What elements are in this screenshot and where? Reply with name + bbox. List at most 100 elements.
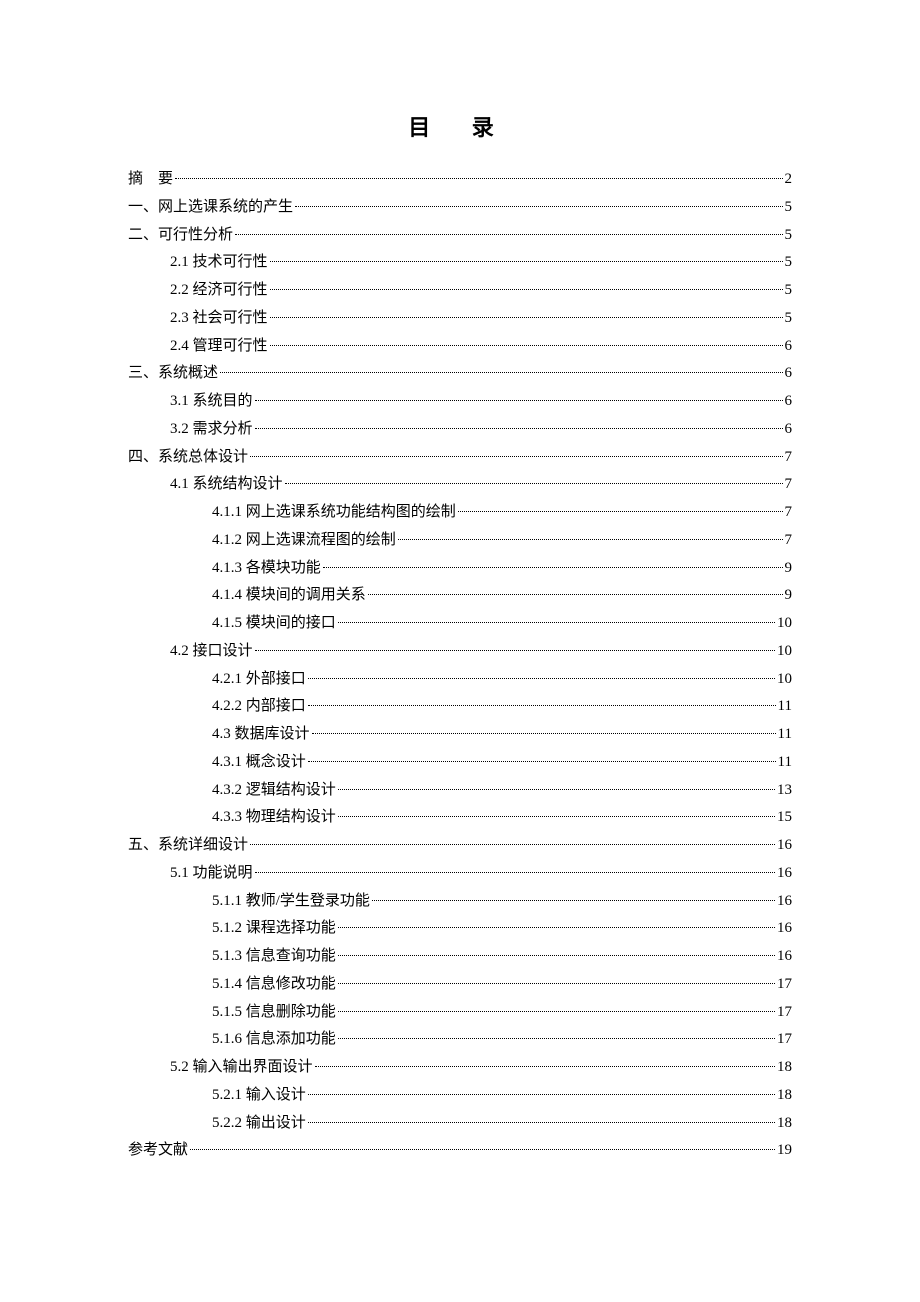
- toc-entry: 5.2.2 输出设计18: [128, 1110, 792, 1138]
- toc-leader-dots: [308, 678, 775, 679]
- toc-entry: 5.1.6 信息添加功能17: [128, 1026, 792, 1054]
- toc-entry-label: 4.1.1 网上选课系统功能结构图的绘制: [212, 499, 456, 527]
- toc-leader-dots: [250, 844, 775, 845]
- toc-entry-page: 6: [785, 333, 793, 361]
- toc-entry: 一、网上选课系统的产生5: [128, 194, 792, 222]
- toc-entry-page: 11: [778, 693, 792, 721]
- toc-leader-dots: [338, 1011, 775, 1012]
- toc-entry-label: 4.1.2 网上选课流程图的绘制: [212, 527, 396, 555]
- toc-entry-page: 5: [785, 249, 793, 277]
- toc-leader-dots: [398, 539, 783, 540]
- toc-entry: 4.3 数据库设计 11: [128, 721, 792, 749]
- toc-leader-dots: [255, 872, 775, 873]
- toc-leader-dots: [220, 372, 782, 373]
- toc-entry-label: 4.1 系统结构设计: [170, 471, 283, 499]
- toc-entry-page: 16: [777, 915, 792, 943]
- toc-leader-dots: [255, 428, 783, 429]
- toc-entry-page: 6: [785, 416, 793, 444]
- toc-entry: 2.2 经济可行性 5: [128, 277, 792, 305]
- toc-entry: 5.1.5 信息删除功能 17: [128, 999, 792, 1027]
- toc-leader-dots: [338, 816, 775, 817]
- toc-entry: 参考文献19: [128, 1137, 792, 1165]
- toc-leader-dots: [308, 761, 776, 762]
- toc-entry: 4.3.1 概念设计 11: [128, 749, 792, 777]
- toc-entry-page: 16: [777, 832, 792, 860]
- toc-leader-dots: [338, 1038, 775, 1039]
- toc-entry-page: 11: [778, 749, 792, 777]
- toc-leader-dots: [255, 400, 783, 401]
- toc-entry: 4.1 系统结构设计 7: [128, 471, 792, 499]
- toc-entry-label: 4.2.1 外部接口: [212, 666, 306, 694]
- toc-leader-dots: [308, 1094, 775, 1095]
- toc-title: 目 录: [128, 110, 792, 142]
- toc-entry: 5.1.2 课程选择功能 16: [128, 915, 792, 943]
- toc-entry: 5.1.3 信息查询功能 16: [128, 943, 792, 971]
- toc-entry: 四、系统总体设计 7: [128, 444, 792, 472]
- toc-entry-label: 4.2 接口设计: [170, 638, 253, 666]
- toc-entry-label: 5.1.3 信息查询功能: [212, 943, 336, 971]
- toc-entry-label: 4.1.4 模块间的调用关系: [212, 582, 366, 610]
- toc-entry-page: 5: [785, 222, 793, 250]
- toc-entry-label: 5.1.6 信息添加功能: [212, 1026, 336, 1054]
- toc-entry-label: 3.2 需求分析: [170, 416, 253, 444]
- toc-leader-dots: [295, 206, 782, 207]
- toc-entry-page: 5: [785, 277, 793, 305]
- toc-entry: 4.2.2 内部接口11: [128, 693, 792, 721]
- toc-entry-page: 13: [777, 777, 792, 805]
- toc-entry-label: 5.1.5 信息删除功能: [212, 999, 336, 1027]
- toc-entry: 4.1.1 网上选课系统功能结构图的绘制 7: [128, 499, 792, 527]
- toc-entry-label: 5.1.1 教师/学生登录功能: [212, 888, 370, 916]
- toc-entry-page: 7: [785, 444, 793, 472]
- toc-entry-label: 5.1.2 课程选择功能: [212, 915, 336, 943]
- toc-entry-label: 5.2.1 输入设计: [212, 1082, 306, 1110]
- toc-entry-label: 2.2 经济可行性: [170, 277, 268, 305]
- toc-entry-label: 4.1.5 模块间的接口: [212, 610, 336, 638]
- toc-entry: 4.3.3 物理结构设计15: [128, 804, 792, 832]
- toc-entry-page: 10: [777, 610, 792, 638]
- toc-leader-dots: [338, 983, 775, 984]
- toc-leader-dots: [308, 705, 776, 706]
- toc-entry-page: 11: [778, 721, 792, 749]
- toc-leader-dots: [338, 955, 775, 956]
- toc-entry: 5.1 功能说明16: [128, 860, 792, 888]
- toc-leader-dots: [308, 1122, 775, 1123]
- toc-leader-dots: [190, 1149, 775, 1150]
- toc-leader-dots: [338, 789, 775, 790]
- toc-entry-label: 四、系统总体设计: [128, 444, 248, 472]
- toc-entry: 五、系统详细设计 16: [128, 832, 792, 860]
- toc-entry-page: 18: [777, 1054, 792, 1082]
- toc-entry-label: 参考文献: [128, 1137, 188, 1165]
- toc-leader-dots: [312, 733, 776, 734]
- toc-entry-label: 4.1.3 各模块功能: [212, 555, 321, 583]
- toc-entry-label: 4.3.1 概念设计: [212, 749, 306, 777]
- toc-entry-page: 17: [777, 971, 792, 999]
- toc-leader-dots: [315, 1066, 775, 1067]
- toc-entry-page: 17: [777, 999, 792, 1027]
- toc-leader-dots: [338, 927, 775, 928]
- toc-entry-label: 二、可行性分析: [128, 222, 233, 250]
- toc-entry: 5.1.1 教师/学生登录功能 16: [128, 888, 792, 916]
- toc-entry-label: 五、系统详细设计: [128, 832, 248, 860]
- toc-entry-label: 摘 要: [128, 166, 173, 194]
- toc-entry-label: 4.3 数据库设计: [212, 721, 310, 749]
- toc-entry: 二、可行性分析 5: [128, 222, 792, 250]
- toc-entry-label: 5.2 输入输出界面设计: [170, 1054, 313, 1082]
- toc-entry-page: 5: [785, 194, 793, 222]
- toc-entry-label: 三、系统概述: [128, 360, 218, 388]
- toc-entry: 3.2 需求分析 6: [128, 416, 792, 444]
- toc-leader-dots: [323, 567, 783, 568]
- toc-entry: 5.2 输入输出界面设计 18: [128, 1054, 792, 1082]
- toc-entry-page: 18: [777, 1082, 792, 1110]
- toc-entry: 三、系统概述6: [128, 360, 792, 388]
- toc-entry: 5.1.4 信息修改功能 17: [128, 971, 792, 999]
- toc-entry-page: 16: [777, 943, 792, 971]
- toc-entry-page: 7: [785, 527, 793, 555]
- toc-entry: 3.1 系统目的 6: [128, 388, 792, 416]
- toc-entry-label: 3.1 系统目的: [170, 388, 253, 416]
- toc-entry-page: 10: [777, 666, 792, 694]
- toc-entry-label: 4.3.2 逻辑结构设计: [212, 777, 336, 805]
- toc-entry-label: 5.1.4 信息修改功能: [212, 971, 336, 999]
- toc-entry-page: 7: [785, 499, 793, 527]
- toc-leader-dots: [368, 594, 783, 595]
- toc-leader-dots: [175, 178, 782, 179]
